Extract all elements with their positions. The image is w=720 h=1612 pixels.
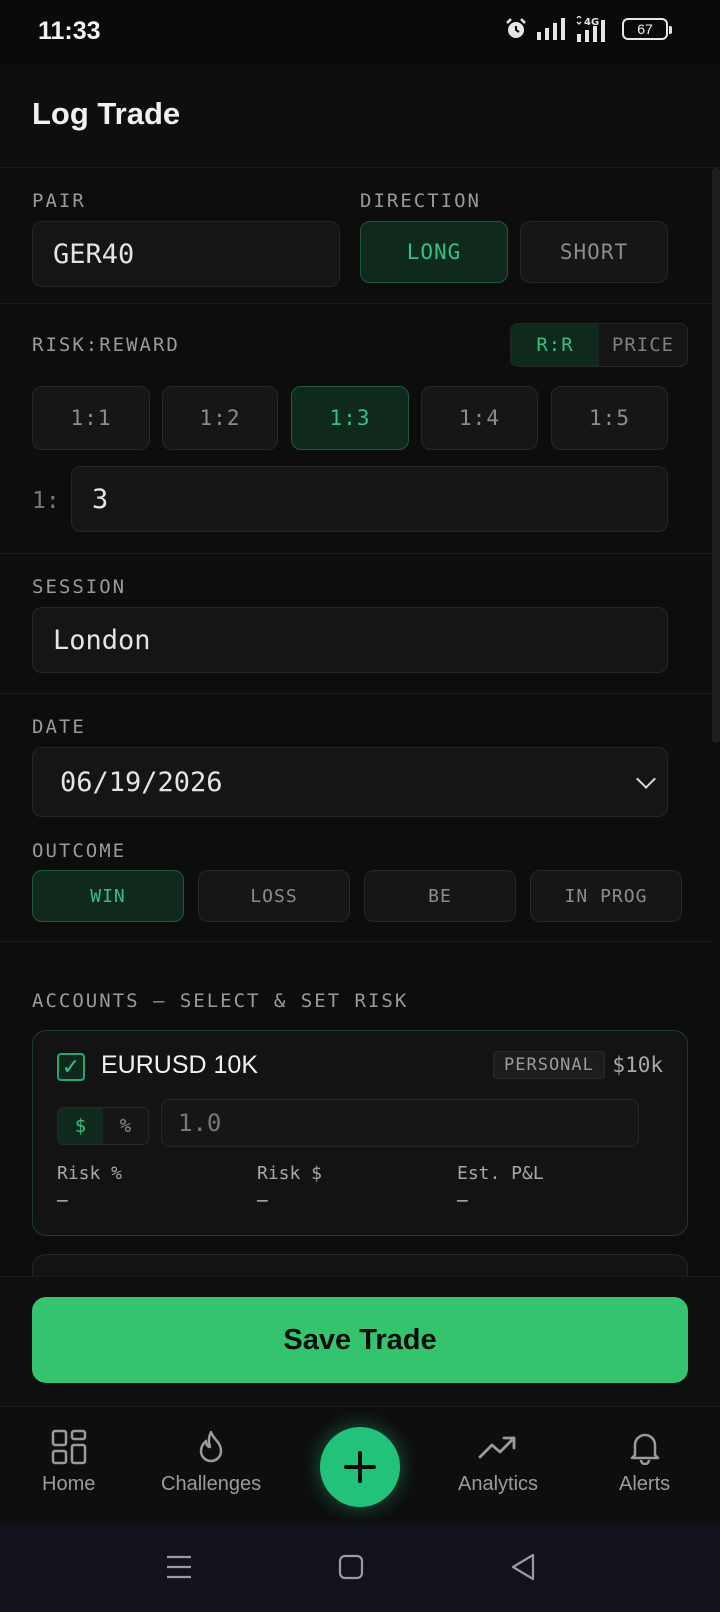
battery-indicator: 67 <box>622 18 672 40</box>
risk-unit-dollar[interactable]: $ <box>58 1108 103 1144</box>
signal-4g-icon: 4G <box>576 16 605 42</box>
stat-risk-dollar: Risk $ — <box>257 1163 323 1211</box>
outcome-win-button[interactable]: WIN <box>32 870 184 922</box>
stat-risk-percent: Risk % — <box>57 1163 123 1211</box>
save-trade-button[interactable]: Save Trade <box>32 1297 688 1383</box>
direction-short-button[interactable]: SHORT <box>520 221 668 283</box>
chevron-down-icon <box>636 769 656 789</box>
account-card[interactable]: ✓ EURUSD 10K PERSONAL $10k $ % 1.0 Risk … <box>32 1030 688 1236</box>
outcome-in-progress-button[interactable]: IN PROG <box>530 870 682 922</box>
nav-home[interactable]: Home <box>42 1429 95 1496</box>
session-label: SESSION <box>32 576 127 598</box>
account-type-badge: PERSONAL <box>493 1051 605 1079</box>
date-select[interactable]: 06/19/2026 <box>32 747 668 817</box>
alarm-icon <box>506 18 526 38</box>
trending-up-icon <box>478 1436 516 1459</box>
rr-mode-toggle[interactable]: R:R PRICE <box>510 323 688 367</box>
signal-icon <box>537 18 565 40</box>
check-icon: ✓ <box>61 1054 81 1079</box>
menu-icon[interactable] <box>166 1554 192 1580</box>
status-time: 11:33 <box>38 17 101 45</box>
outcome-label: OUTCOME <box>32 840 127 862</box>
accounts-label: ACCOUNTS — SELECT & SET RISK <box>32 990 409 1012</box>
session-section: SESSION London <box>0 554 712 694</box>
date-label: DATE <box>32 716 86 738</box>
rr-mode-price[interactable]: PRICE <box>599 324 687 366</box>
account-size: $10k <box>612 1053 663 1077</box>
app-header: Log Trade <box>0 64 720 168</box>
rr-mode-rr[interactable]: R:R <box>511 324 599 366</box>
account-card-partial[interactable] <box>32 1254 688 1276</box>
status-bar: 11:33 4G 67 <box>0 0 720 64</box>
risk-unit-toggle[interactable]: $ % <box>57 1107 149 1145</box>
pair-label: PAIR <box>32 190 86 212</box>
risk-unit-percent[interactable]: % <box>103 1108 148 1144</box>
rr-value-input[interactable]: 3 <box>71 466 668 532</box>
bell-icon <box>630 1433 659 1465</box>
outcome-loss-button[interactable]: LOSS <box>198 870 350 922</box>
rr-preset-1-2[interactable]: 1:2 <box>162 386 278 450</box>
back-triangle-icon[interactable] <box>510 1553 536 1581</box>
scrollbar-thumb[interactable] <box>712 168 720 743</box>
grid-icon <box>51 1429 86 1465</box>
trade-form[interactable]: PAIR GER40 DIRECTION LONG SHORT RISK:REW… <box>0 168 720 1276</box>
bottom-nav: Home Challenges Analytics Alerts <box>0 1406 720 1524</box>
add-trade-button[interactable] <box>320 1427 400 1507</box>
status-icons: 4G 67 <box>504 16 672 42</box>
account-name: EURUSD 10K <box>101 1051 258 1079</box>
rr-preset-1-5[interactable]: 1:5 <box>551 386 668 450</box>
page-title: Log Trade <box>32 96 181 131</box>
account-checkbox[interactable]: ✓ <box>57 1053 85 1081</box>
risk-reward-label: RISK:REWARD <box>32 334 180 356</box>
rr-preset-1-3[interactable]: 1:3 <box>291 386 409 450</box>
rr-prefix: 1: <box>32 488 60 514</box>
flame-icon <box>199 1430 223 1463</box>
nav-alerts[interactable]: Alerts <box>619 1429 670 1496</box>
rr-preset-1-1[interactable]: 1:1 <box>32 386 150 450</box>
session-input[interactable]: London <box>32 607 668 673</box>
stat-est-pnl: Est. P&L — <box>457 1163 544 1211</box>
save-bar: Save Trade <box>0 1276 720 1406</box>
pair-direction-section: PAIR GER40 DIRECTION LONG SHORT <box>0 168 712 304</box>
risk-amount-input[interactable]: 1.0 <box>161 1099 639 1147</box>
nav-analytics[interactable]: Analytics <box>458 1429 538 1496</box>
nav-challenges[interactable]: Challenges <box>161 1429 261 1496</box>
system-nav-bar <box>0 1524 720 1612</box>
risk-reward-section: RISK:REWARD R:R PRICE 1:1 1:2 1:3 1:4 1:… <box>0 304 712 554</box>
direction-long-button[interactable]: LONG <box>360 221 508 283</box>
home-square-icon[interactable] <box>338 1554 364 1580</box>
plus-icon <box>344 1451 376 1483</box>
outcome-be-button[interactable]: BE <box>364 870 516 922</box>
direction-label: DIRECTION <box>360 190 481 212</box>
pair-input[interactable]: GER40 <box>32 221 340 287</box>
rr-preset-1-4[interactable]: 1:4 <box>421 386 538 450</box>
date-outcome-section: DATE 06/19/2026 OUTCOME WIN LOSS BE IN P… <box>0 694 712 942</box>
